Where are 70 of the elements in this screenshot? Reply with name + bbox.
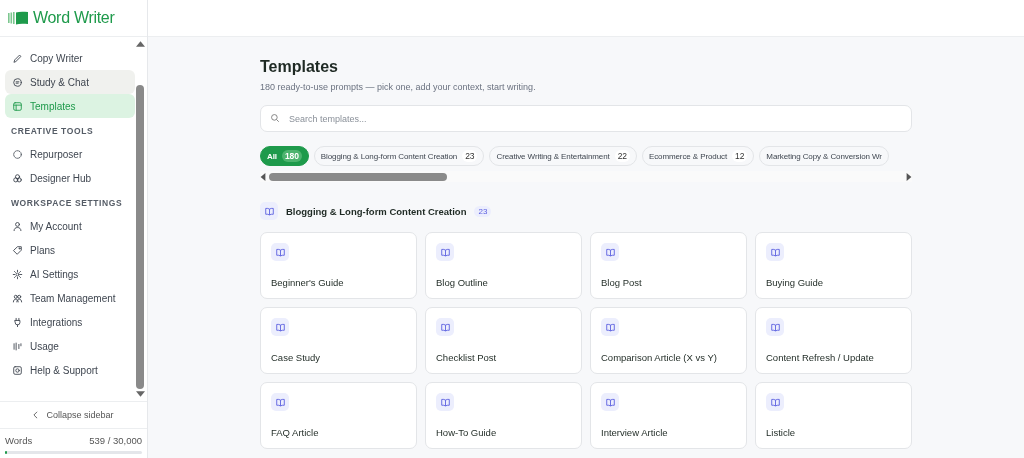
people-icon bbox=[12, 292, 23, 304]
chat-icon bbox=[12, 76, 23, 88]
words-label: Words bbox=[5, 435, 33, 446]
filter-chip[interactable]: All 180 bbox=[260, 146, 309, 166]
sidebar-item[interactable]: Help & Support bbox=[5, 358, 135, 382]
search-icon bbox=[270, 113, 280, 123]
words-count: 539 / 30,000 bbox=[89, 435, 142, 446]
book-icon bbox=[601, 243, 619, 261]
pencil-icon bbox=[12, 52, 23, 64]
template-card[interactable]: Blog Post bbox=[590, 232, 747, 299]
scroll-down-icon[interactable] bbox=[135, 391, 145, 397]
template-card[interactable]: Interview Article bbox=[590, 382, 747, 449]
sidebar-item[interactable]: Integrations bbox=[5, 310, 135, 334]
app-name: Word Writer bbox=[33, 9, 115, 27]
section-heading: WORKSPACE SETTINGS bbox=[10, 197, 124, 210]
template-card[interactable]: Content Refresh / Update bbox=[755, 307, 912, 374]
book-icon bbox=[766, 393, 784, 411]
filter-chip[interactable]: Creative Writing & Entertainment 22 bbox=[489, 146, 637, 166]
scroll-left-icon[interactable] bbox=[260, 172, 266, 181]
sidebar-item[interactable]: Study & Chat bbox=[5, 70, 135, 94]
usage-icon bbox=[12, 340, 23, 352]
sidebar-item[interactable]: Usage bbox=[5, 334, 135, 358]
circles-icon bbox=[12, 172, 23, 184]
user-icon bbox=[12, 220, 23, 232]
template-card[interactable]: Buying Guide bbox=[755, 232, 912, 299]
sidebar-item[interactable]: Designer Hub bbox=[5, 166, 135, 190]
book-icon bbox=[271, 318, 289, 336]
template-card[interactable]: FAQ Article bbox=[260, 382, 417, 449]
template-card[interactable]: Beginner's Guide bbox=[260, 232, 417, 299]
template-card[interactable]: Comparison Article (X vs Y) bbox=[590, 307, 747, 374]
section-title: Blogging & Long-form Content Creation bbox=[286, 205, 467, 217]
sidebar-item[interactable]: My Account bbox=[5, 214, 135, 238]
chevron-left-icon bbox=[33, 411, 39, 419]
sidebar-item[interactable]: Copy Writer bbox=[5, 46, 135, 70]
plug-icon bbox=[12, 316, 23, 328]
book-icon bbox=[601, 393, 619, 411]
template-card[interactable]: Case Study bbox=[260, 307, 417, 374]
book-icon bbox=[436, 243, 454, 261]
book-icon bbox=[766, 318, 784, 336]
page-subtitle: 180 ready-to-use prompts — pick one, add your context, start writing. bbox=[260, 82, 537, 92]
book-icon bbox=[436, 393, 454, 411]
template-card[interactable]: Listicle bbox=[755, 382, 912, 449]
tag-icon bbox=[12, 244, 23, 256]
filter-chip[interactable]: Marketing Copy & Conversion Wr bbox=[759, 146, 889, 166]
book-icon bbox=[436, 318, 454, 336]
section-heading: CREATIVE TOOLS bbox=[10, 125, 95, 138]
search-field[interactable]: Search templates... bbox=[260, 105, 912, 132]
filter-chip[interactable]: Blogging & Long-form Content Creation 23 bbox=[313, 146, 485, 166]
book-icon bbox=[271, 243, 289, 261]
filter-chip[interactable]: Ecommerce & Product 12 bbox=[641, 146, 755, 166]
dashed-circle-icon bbox=[12, 148, 23, 160]
template-card[interactable]: Blog Outline bbox=[425, 232, 582, 299]
sidebar-item[interactable]: AI Settings bbox=[5, 262, 135, 286]
template-card[interactable]: How-To Guide bbox=[425, 382, 582, 449]
sidebar-item[interactable]: Plans bbox=[5, 238, 135, 262]
book-icon bbox=[601, 318, 619, 336]
sidebar-item[interactable]: Team Management bbox=[5, 286, 135, 310]
sidebar-item[interactable]: Repurposer bbox=[5, 142, 135, 166]
template-card[interactable]: Checklist Post bbox=[425, 307, 582, 374]
count-badge: 23 bbox=[474, 205, 492, 217]
scroll-right-icon[interactable] bbox=[906, 172, 912, 181]
book-icon bbox=[766, 243, 784, 261]
settings-icon bbox=[12, 268, 23, 280]
lifebuoy-icon bbox=[12, 364, 23, 376]
book-icon bbox=[260, 202, 278, 220]
book-icon bbox=[271, 393, 289, 411]
book-logo-icon bbox=[7, 10, 29, 26]
scroll-up-icon[interactable] bbox=[135, 41, 145, 47]
layout-icon bbox=[12, 100, 23, 112]
page-title: Templates bbox=[260, 58, 339, 76]
